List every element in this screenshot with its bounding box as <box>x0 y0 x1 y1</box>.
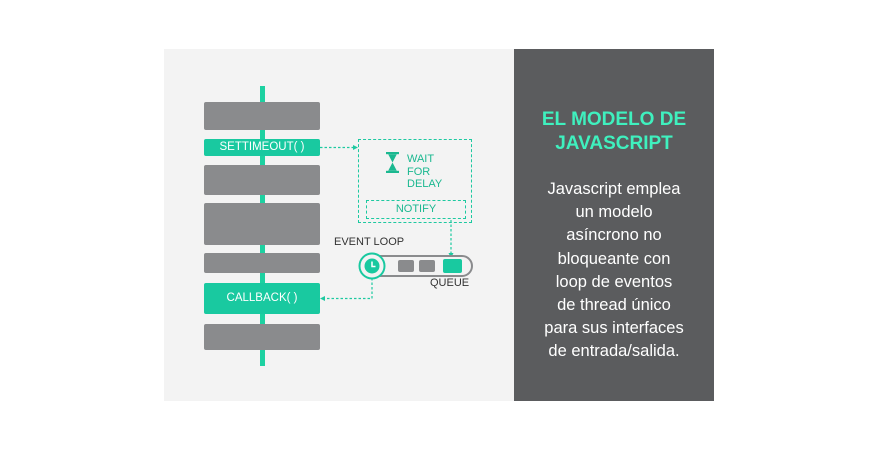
sidebar-title-line: JAVASCRIPT <box>555 133 673 154</box>
callback-connector <box>323 278 373 300</box>
description-line: asíncrono no <box>566 226 662 245</box>
connector-arrowhead <box>320 296 325 301</box>
sidebar-description: Javascript emplea un modelo asíncrono no… <box>514 178 714 364</box>
description-line: Javascript emplea <box>547 180 681 198</box>
sidebar-title-line: EL MODELO DE <box>541 109 687 130</box>
description-line: un modelo <box>575 203 653 222</box>
sidebar-title: EL MODELO DE JAVASCRIPT <box>514 108 714 156</box>
description-line: loop de eventos <box>555 272 673 291</box>
description-line: bloqueante con <box>557 249 671 268</box>
queue-slot <box>398 260 414 272</box>
clock-icon <box>358 252 386 280</box>
description-line: de entrada/salida. <box>548 342 680 361</box>
description-line: de thread único <box>557 296 671 315</box>
connector-arrowhead <box>353 145 358 150</box>
diagram-graphics <box>320 145 473 301</box>
queue-slot <box>419 260 435 272</box>
description-line: para sus interfaces <box>544 319 684 338</box>
queue-slot-active <box>443 259 462 273</box>
hourglass-icon <box>386 152 399 173</box>
